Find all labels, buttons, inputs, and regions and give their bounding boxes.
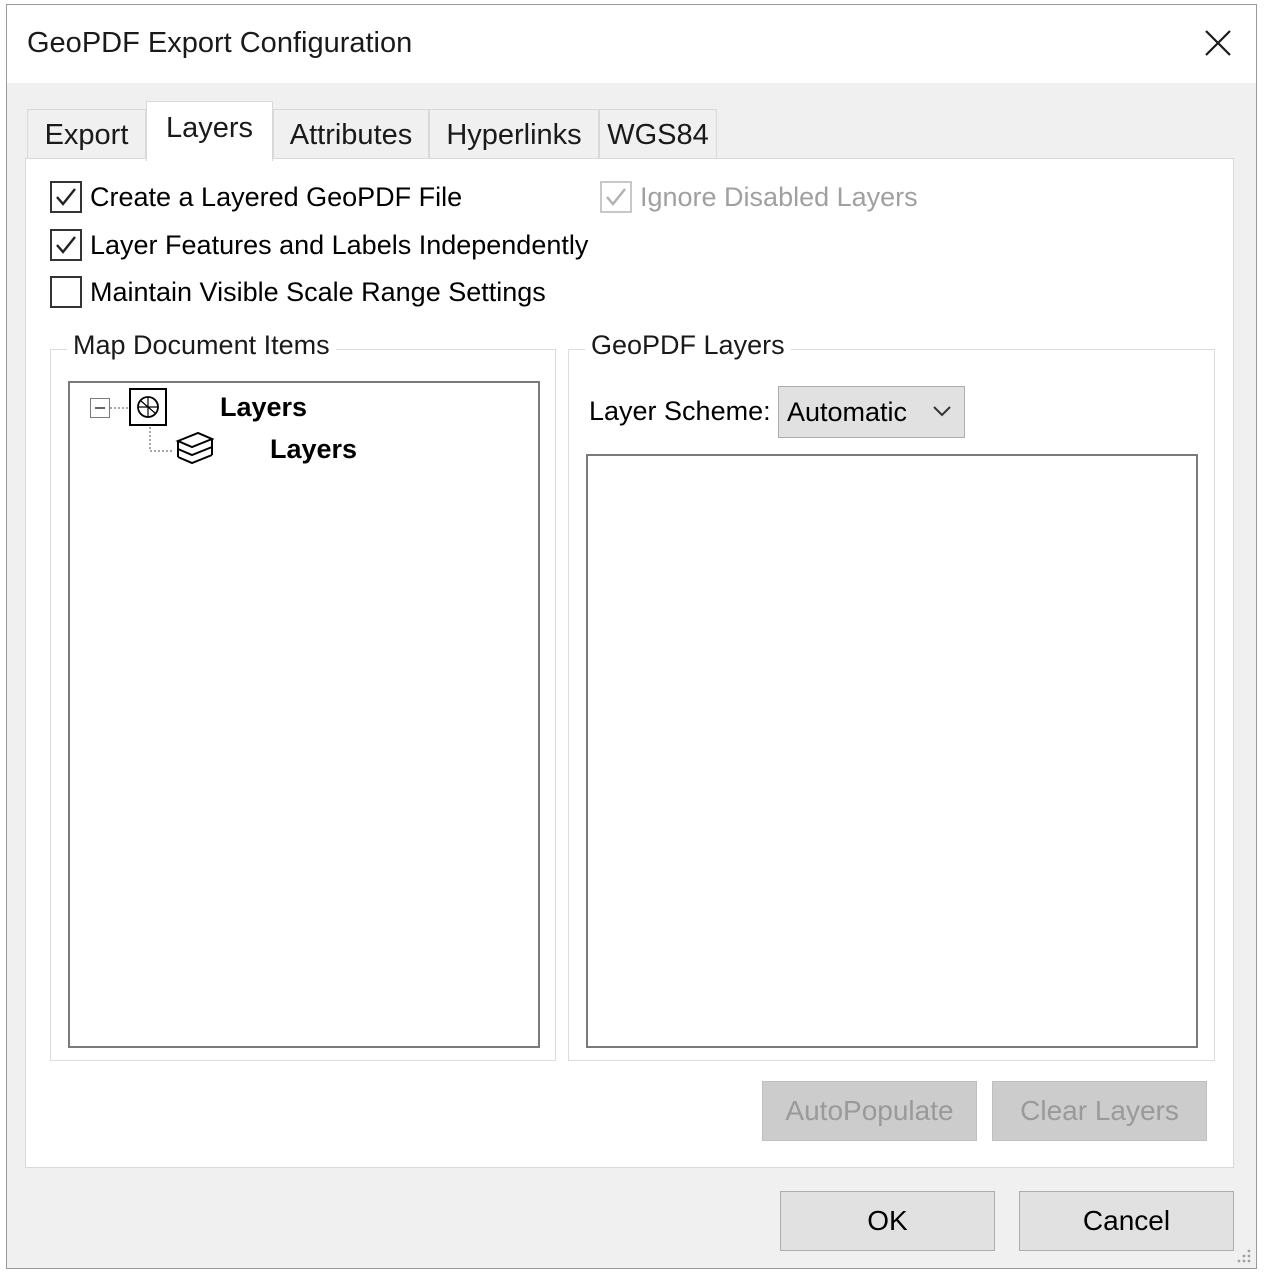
geopdf-export-dialog: GeoPDF Export Configuration Export Layer…	[6, 4, 1257, 1269]
tab-strip: Export Layers Attributes Hyperlinks WGS8…	[27, 101, 927, 161]
checkbox-label: Layer Features and Labels Independently	[90, 229, 589, 260]
collapse-toggle[interactable]	[90, 398, 110, 418]
tree-node-label: Layers	[270, 433, 358, 464]
maintain-scale-range-checkbox[interactable]: Maintain Visible Scale Range Settings	[50, 276, 546, 308]
checkbox-label: Maintain Visible Scale Range Settings	[90, 276, 546, 307]
clear-layers-button[interactable]: Clear Layers	[992, 1081, 1207, 1141]
dropdown-value: Automatic	[787, 397, 908, 427]
layer-scheme-dropdown[interactable]: Automatic	[778, 386, 965, 438]
checkmark-icon	[606, 188, 626, 206]
geopdf-layers-group: GeoPDF Layers Layer Scheme: Automatic	[568, 330, 1215, 1061]
checkmark-icon	[56, 188, 76, 206]
checkbox-box[interactable]	[50, 276, 82, 308]
layer-features-labels-checkbox[interactable]: Layer Features and Labels Independently	[50, 229, 588, 261]
close-icon	[1205, 30, 1231, 56]
window-title: GeoPDF Export Configuration	[27, 27, 413, 59]
tab-hyperlinks[interactable]: Hyperlinks	[429, 109, 599, 159]
tree-node-label: Layers	[220, 391, 308, 422]
cancel-button[interactable]: Cancel	[1019, 1191, 1234, 1251]
chevron-down-icon	[933, 406, 951, 417]
create-layered-geopdf-checkbox[interactable]: Create a Layered GeoPDF File	[50, 181, 462, 213]
layers-icon	[175, 431, 215, 465]
tab-layers[interactable]: Layers	[146, 101, 273, 161]
checkbox-label: Ignore Disabled Layers	[640, 181, 918, 212]
checkbox-box[interactable]	[50, 229, 82, 261]
minus-icon	[95, 407, 105, 409]
tab-export[interactable]: Export	[27, 109, 146, 159]
checkbox-box[interactable]	[50, 181, 82, 213]
map-document-tree[interactable]: Layers Layers	[68, 381, 540, 1048]
checkmark-icon	[56, 236, 76, 254]
ignore-disabled-layers-checkbox[interactable]: Ignore Disabled Layers	[600, 181, 918, 213]
tree-node-layers[interactable]: Layers	[174, 429, 357, 469]
checkbox-label: Create a Layered GeoPDF File	[90, 181, 463, 212]
group-label: GeoPDF Layers	[585, 330, 791, 361]
layer-scheme-label: Layer Scheme:	[589, 396, 771, 426]
layers-tab-panel: Create a Layered GeoPDF File Ignore Disa…	[25, 158, 1234, 1168]
title-bar: GeoPDF Export Configuration	[7, 5, 1256, 83]
tree-node-map-frame[interactable]: Layers	[128, 387, 307, 427]
tab-wgs84[interactable]: WGS84	[599, 109, 717, 159]
map-frame-icon	[129, 388, 167, 426]
map-document-items-group: Map Document Items Layers Layers	[50, 330, 556, 1061]
autopopulate-button[interactable]: AutoPopulate	[762, 1081, 977, 1141]
ok-button[interactable]: OK	[780, 1191, 995, 1251]
close-button[interactable]	[1198, 23, 1238, 63]
checkbox-box[interactable]	[600, 181, 632, 213]
tab-attributes[interactable]: Attributes	[273, 109, 429, 159]
geopdf-layers-list[interactable]	[586, 454, 1198, 1048]
group-label: Map Document Items	[67, 330, 336, 361]
resize-grip-icon[interactable]	[1234, 1246, 1252, 1264]
